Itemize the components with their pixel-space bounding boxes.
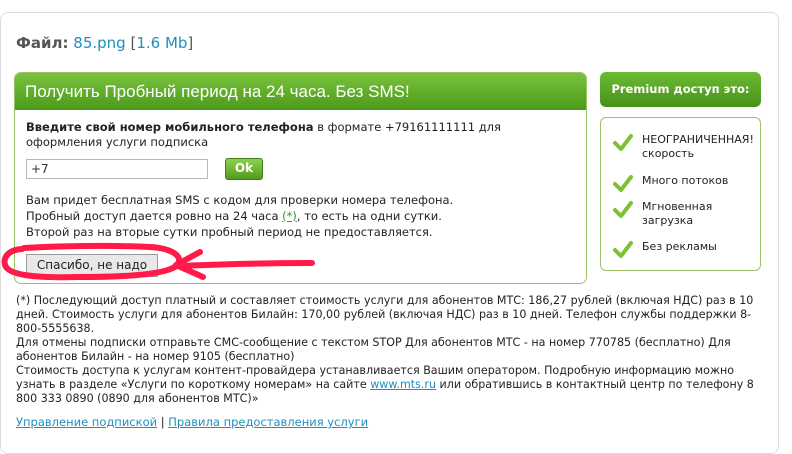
premium-title: Premium доступ это: <box>600 72 761 107</box>
link-separator: | <box>160 415 165 429</box>
info-line-1: Вам придет бесплатная SMS с кодом для пр… <box>26 193 454 207</box>
trial-panel: Получить Пробный период на 24 часа. Без … <box>14 72 587 284</box>
info-line-3: Второй раз на вторые сутки пробный перио… <box>26 225 433 239</box>
check-icon <box>613 134 633 151</box>
footnote-p1: (*) Последующий доступ платный и составл… <box>16 294 754 335</box>
check-icon <box>613 201 633 218</box>
premium-sidebar: Premium доступ это: НЕОГРАНИЧЕННАЯ! скор… <box>600 72 761 271</box>
file-label: Файл: <box>16 34 69 52</box>
footnote-p3: Стоимость доступа к услугам контент-пров… <box>16 364 776 406</box>
size-close-bracket: ] <box>187 34 194 52</box>
info-line-2-start: Пробный доступ дается ровно на 24 часа <box>26 209 283 223</box>
trial-panel-title: Получить Пробный период на 24 часа. Без … <box>15 73 586 110</box>
trial-info: Вам придет бесплатная SMS с кодом для пр… <box>26 192 571 240</box>
feature-text: НЕОГРАНИЧЕННАЯ! скорость <box>642 133 754 160</box>
ok-button[interactable]: Ok <box>225 158 263 180</box>
check-icon <box>613 241 633 258</box>
info-line-2-end: , то есть на одни сутки. <box>296 209 442 223</box>
bottom-links: Управление подпиской | Правила предостав… <box>16 415 368 429</box>
file-info: Файл: 85.png [1.6 Mb] <box>16 34 193 52</box>
service-rules-link[interactable]: Правила предоставления услуги <box>168 415 368 429</box>
manage-subscription-link[interactable]: Управление подпиской <box>16 415 157 429</box>
feature-text: Без рекламы <box>642 240 717 253</box>
footnote-p2: Для отмены подписки отправьте СМС-сообще… <box>16 336 731 363</box>
check-icon <box>613 175 633 192</box>
phone-instructions-bold: Введите свой номер мобильного телефона <box>26 120 314 134</box>
asterisk-link[interactable]: (*) <box>282 209 297 223</box>
feature-text: Много потоков <box>642 174 729 187</box>
file-size: 1.6 Mb <box>136 34 188 52</box>
info-line-2: Пробный доступ дается ровно на 24 часа (… <box>26 208 571 224</box>
file-name-link[interactable]: 85.png <box>73 34 125 52</box>
feature-text: Мгновенная загрузка <box>642 200 713 227</box>
premium-features: НЕОГРАНИЧЕННАЯ! скорость Много потоков М… <box>600 117 761 271</box>
footnote: (*) Последующий доступ платный и составл… <box>16 294 776 406</box>
no-thanks-button[interactable]: Спасибо, не надо <box>26 254 158 277</box>
mts-link[interactable]: www.mts.ru <box>370 378 436 391</box>
phone-instructions: Введите свой номер мобильного телефона в… <box>26 120 571 150</box>
phone-input[interactable] <box>26 159 208 179</box>
